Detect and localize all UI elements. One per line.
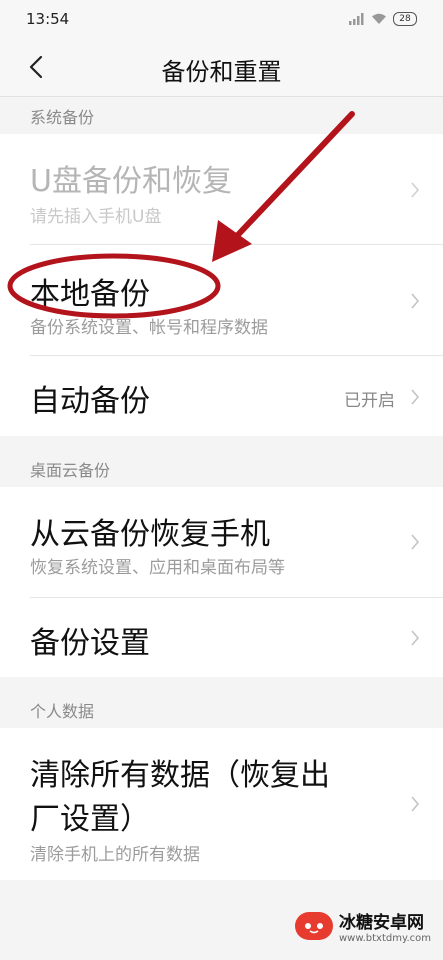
item-subtitle: 请先插入手机U盘	[30, 207, 162, 227]
section-header-cloud-backup: 桌面云备份	[30, 461, 111, 480]
item-title: 从云备份恢复手机	[30, 517, 270, 552]
status-time: 13:54	[26, 10, 70, 28]
list-item-factory-reset[interactable]: 清除所有数据（恢复出 厂设置） 清除手机上的所有数据	[0, 728, 443, 880]
chevron-right-icon	[411, 534, 420, 550]
list-item-local-backup[interactable]: 本地备份 备份系统设置、帐号和程序数据	[0, 245, 443, 355]
signal-icon	[349, 13, 364, 25]
chevron-right-icon	[411, 293, 420, 309]
list-item-backup-settings[interactable]: 备份设置	[0, 598, 443, 677]
watermark-url: www.btxtdmy.com	[338, 933, 431, 944]
item-title: U盘备份和恢复	[30, 164, 232, 199]
chevron-right-icon	[411, 630, 420, 646]
chevron-right-icon	[411, 182, 420, 198]
item-title: 备份设置	[30, 626, 150, 661]
watermark: 冰糖安卓网 www.btxtdmy.com	[294, 908, 431, 944]
chevron-right-icon	[411, 389, 420, 405]
card-system-backup: U盘备份和恢复 请先插入手机U盘 本地备份 备份系统设置、帐号和程序数据 自动备…	[0, 134, 443, 436]
title-bar: 备份和重置	[0, 40, 443, 97]
list-item-restore-from-cloud[interactable]: 从云备份恢复手机 恢复系统设置、应用和桌面布局等	[0, 487, 443, 597]
watermark-name: 冰糖安卓网	[338, 913, 424, 933]
item-subtitle: 清除手机上的所有数据	[30, 845, 200, 865]
card-personal-data: 清除所有数据（恢复出 厂设置） 清除手机上的所有数据	[0, 728, 443, 880]
section-header-personal-data: 个人数据	[30, 702, 95, 721]
status-bar: 13:54 28	[0, 0, 443, 40]
battery-level: 28	[399, 14, 411, 24]
section-header-system-backup: 系统备份	[30, 108, 95, 127]
list-item-usb-backup[interactable]: U盘备份和恢复 请先插入手机U盘	[0, 134, 443, 244]
status-icons: 28	[349, 12, 417, 26]
item-title: 自动备份	[30, 384, 150, 419]
item-title-line1: 清除所有数据（恢复出	[30, 758, 330, 793]
wifi-icon	[372, 13, 386, 24]
item-subtitle: 备份系统设置、帐号和程序数据	[30, 318, 268, 338]
chevron-right-icon	[411, 796, 420, 812]
list-item-auto-backup[interactable]: 自动备份 已开启	[0, 356, 443, 436]
item-subtitle: 恢复系统设置、应用和桌面布局等	[30, 558, 285, 578]
watermark-logo-icon	[294, 912, 333, 940]
status-value: 已开启	[344, 391, 395, 411]
battery-icon: 28	[393, 12, 417, 26]
item-title-line2: 厂设置）	[30, 802, 150, 837]
card-cloud-backup: 从云备份恢复手机 恢复系统设置、应用和桌面布局等 备份设置	[0, 487, 443, 677]
item-title: 本地备份	[30, 277, 150, 312]
page-title: 备份和重置	[161, 58, 282, 86]
